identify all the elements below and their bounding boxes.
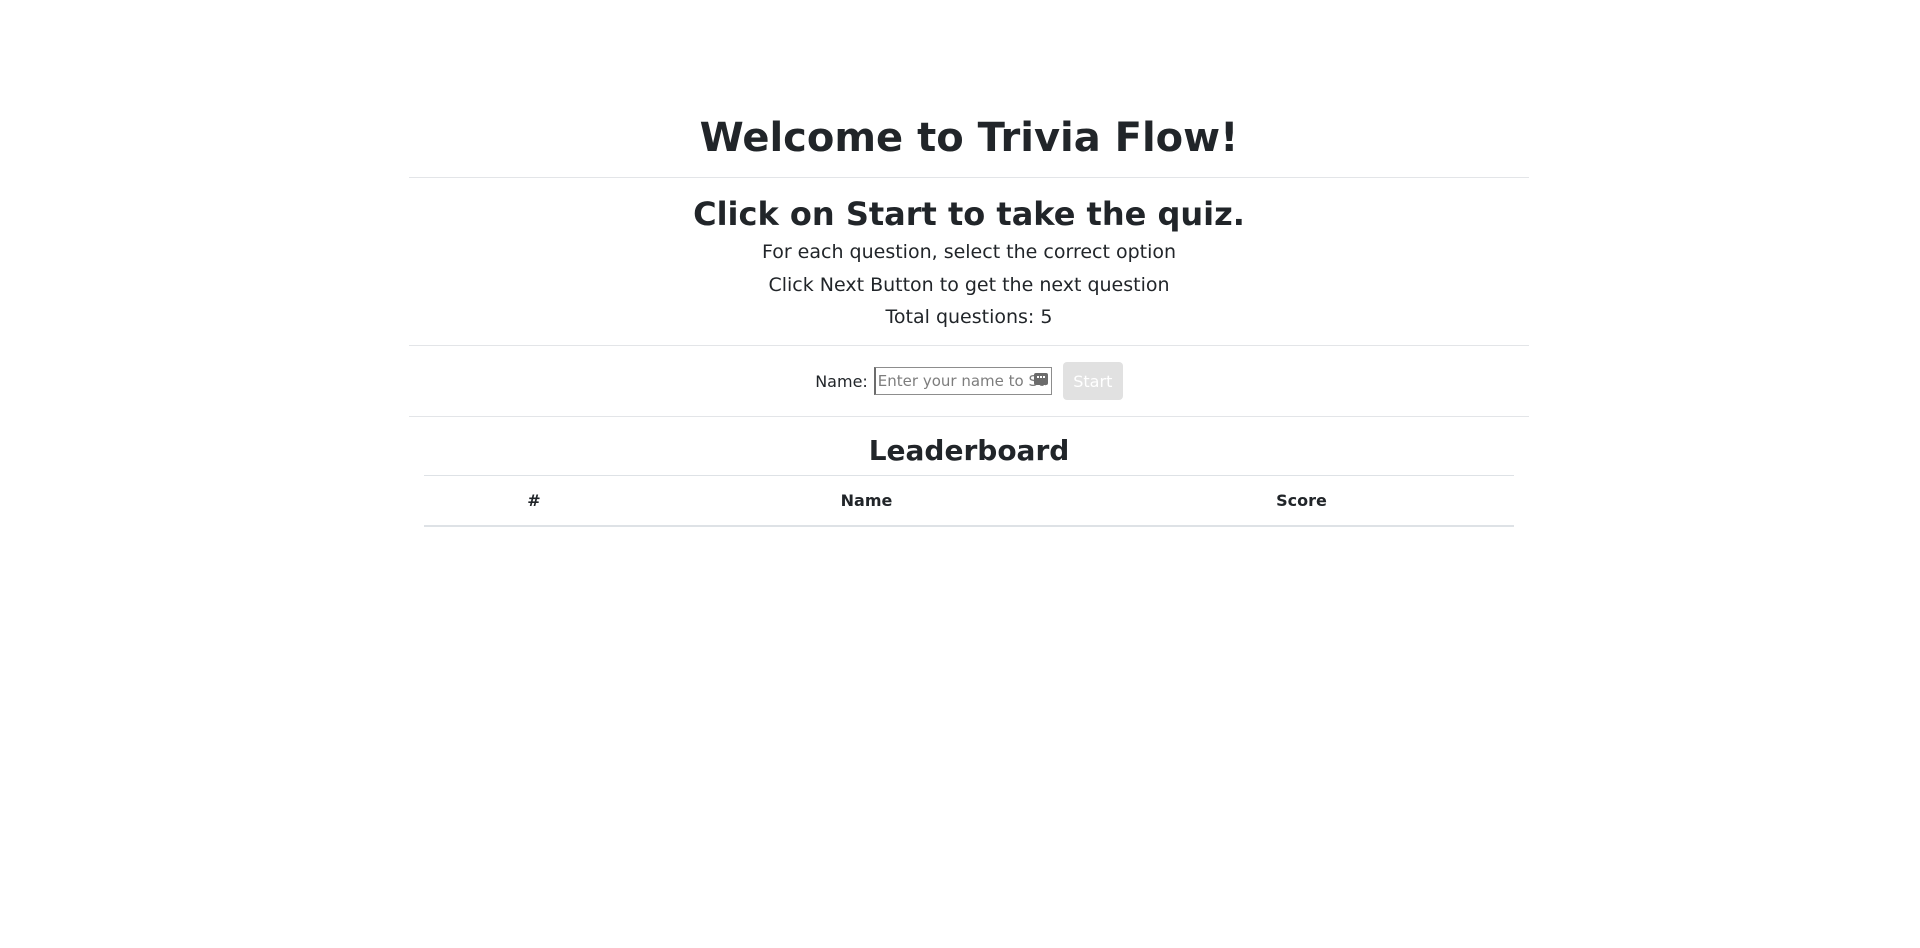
total-questions-text: Total questions: 5 [885,306,1053,328]
column-header-score: Score [1089,475,1514,527]
name-field-wrapper [873,367,1052,395]
name-input[interactable] [877,368,1046,394]
name-label: Name: [815,371,868,391]
instruction-line-next: Click Next Button to get the next questi… [768,274,1170,296]
leaderboard-table: # Name Score [424,475,1514,527]
page-title: Welcome to Trivia Flow! [699,115,1239,161]
leaderboard-table-header: # Name Score [424,475,1514,527]
start-form: Name: Start [409,361,1529,401]
column-header-rank: # [424,475,644,527]
page: Welcome to Trivia Flow! Click on Start t… [0,0,1920,948]
leaderboard-title: Leaderboard [868,434,1070,467]
start-button[interactable]: Start [1062,362,1123,400]
divider [409,177,1529,178]
divider [409,345,1529,346]
table-header-row: # Name Score [424,475,1514,527]
column-header-name: Name [644,475,1089,527]
password-manager-key-icon[interactable] [1033,373,1048,385]
divider [409,416,1529,417]
instructions-heading: Click on Start to take the quiz. [693,195,1245,233]
instruction-line-select: For each question, select the correct op… [761,241,1177,263]
